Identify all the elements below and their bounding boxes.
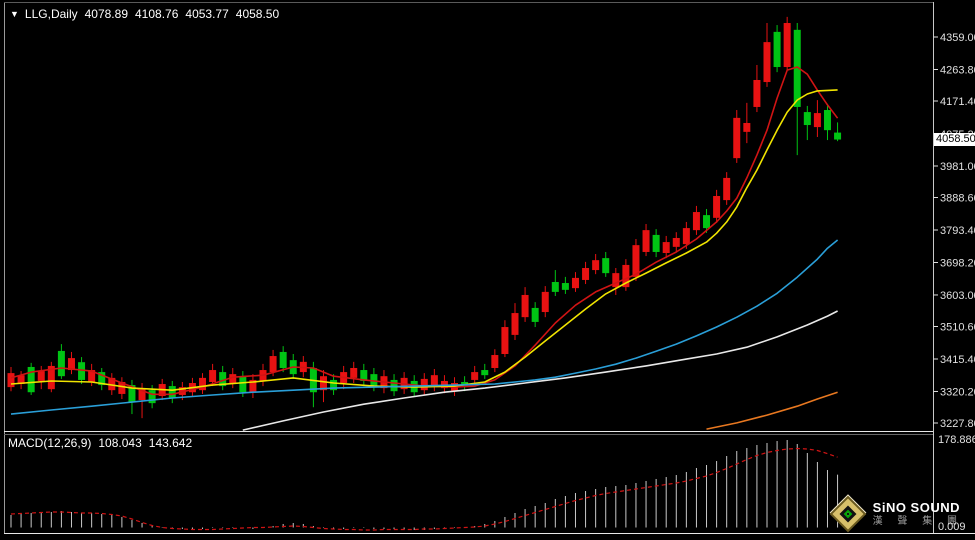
price-tick-label: 3510.60 <box>940 322 975 334</box>
candle-down <box>148 390 156 404</box>
candle-down <box>803 112 811 126</box>
macd-indicator-label: MACD(12,26,9) 108.043 143.642 <box>8 436 192 450</box>
candle-down <box>168 386 176 399</box>
price-tick-label: 3793.40 <box>940 225 975 237</box>
candle-up <box>612 273 620 288</box>
candle-down <box>27 366 35 393</box>
price-tick-label: 3603.00 <box>940 290 975 302</box>
price-tick-label: 3698.20 <box>940 257 975 269</box>
candle-up <box>682 228 690 245</box>
ma-white-line <box>242 310 838 431</box>
candle-up <box>672 237 680 247</box>
candle-up <box>229 374 237 385</box>
low-value: 4053.77 <box>185 7 229 21</box>
candle-up <box>753 79 761 107</box>
candle-up <box>713 196 721 218</box>
candle-up <box>37 371 45 381</box>
candle-up <box>662 242 670 253</box>
price-tick-label: 4359.00 <box>940 32 975 44</box>
candle-up <box>783 23 791 68</box>
ma-red-fast-line <box>10 66 839 396</box>
candle-up <box>813 113 821 128</box>
candle-up <box>7 373 15 388</box>
ma-yellow-line <box>10 89 838 392</box>
candle-up <box>521 294 529 318</box>
symbol-info-label: ▼ LLG,Daily 4078.89 4108.76 4053.77 4058.50 <box>10 7 279 21</box>
chart-canvas[interactable]: 4359.004263.804171.404075.203981.003888.… <box>0 0 975 540</box>
candle-up <box>582 268 590 280</box>
candle-up <box>743 122 751 132</box>
candle-up <box>491 355 499 368</box>
candle-up <box>471 372 479 380</box>
price-tick-label: 3981.00 <box>940 161 975 173</box>
candle-up <box>692 212 700 231</box>
macd-name: MACD(12,26,9) <box>8 436 92 450</box>
price-tick-label: 3888.60 <box>940 193 975 205</box>
candle-down <box>602 258 610 274</box>
candle-up <box>733 117 741 159</box>
macd-signal-value: 143.642 <box>148 436 193 450</box>
candle-down <box>239 376 247 393</box>
candle-up <box>763 42 771 83</box>
macd-axis-label-max: 178.886 <box>938 434 975 446</box>
candle-up <box>269 356 277 373</box>
ma-orange-line <box>706 391 838 430</box>
candle-up <box>541 291 549 313</box>
symbol-name: LLG,Daily <box>24 7 78 21</box>
candle-down <box>279 351 287 368</box>
candle-down <box>481 370 489 376</box>
candle-down <box>561 283 569 290</box>
candle-down <box>551 282 559 292</box>
macd-axis-label-min: 0.009 <box>938 520 966 533</box>
open-value: 4078.89 <box>84 7 128 21</box>
current-price-badge: 4058.50 <box>934 133 975 147</box>
candle-down <box>773 31 781 68</box>
price-tick-label: 4171.40 <box>940 96 975 108</box>
price-tick-label: 3320.20 <box>940 386 975 398</box>
candle-down <box>531 307 539 322</box>
candle-down <box>652 234 660 252</box>
candle-up <box>642 230 650 252</box>
candle-down <box>823 110 831 131</box>
price-tick-label: 3415.40 <box>940 354 975 366</box>
brand-logo-icon <box>831 497 865 531</box>
price-tick-label: 4263.80 <box>940 64 975 76</box>
price-tick-label: 3227.80 <box>940 418 975 430</box>
candle-up <box>511 313 519 335</box>
candle-down <box>390 379 398 392</box>
candle-up <box>420 378 428 391</box>
collapse-triangle-icon[interactable]: ▼ <box>10 9 19 19</box>
brand-name: SiNO SOUND <box>872 499 960 515</box>
candle-up <box>571 277 579 289</box>
candle-down <box>57 350 65 377</box>
candle-up <box>430 375 438 387</box>
candle-up <box>501 327 509 355</box>
candle-up <box>723 177 731 201</box>
candle-up <box>209 370 217 382</box>
candle-down <box>834 132 842 140</box>
macd-main-value: 108.043 <box>98 436 142 450</box>
candle-down <box>703 215 711 229</box>
high-value: 4108.76 <box>135 7 179 21</box>
macd-signal-line <box>10 447 838 531</box>
close-value: 4058.50 <box>235 7 280 21</box>
candle-up <box>350 367 358 378</box>
candle-up <box>592 260 600 271</box>
chart-window: 4359.004263.804171.404075.203981.003888.… <box>0 0 975 540</box>
